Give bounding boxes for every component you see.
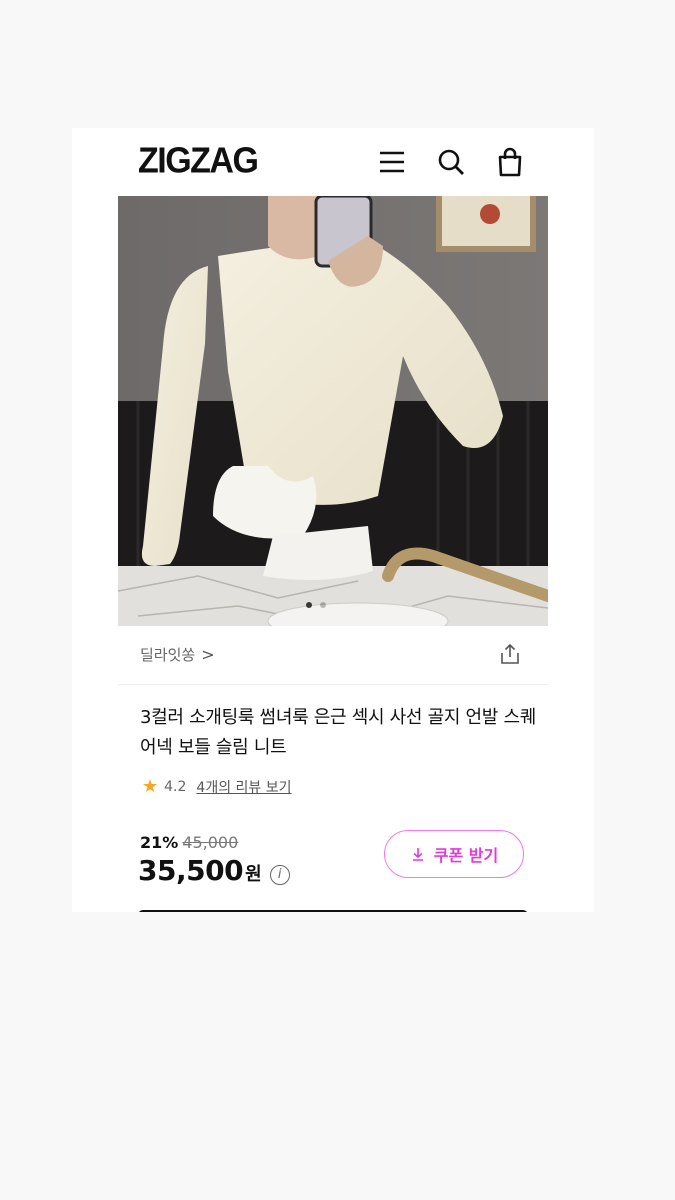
zigzag-logo[interactable]: ZIGZAG <box>138 141 259 182</box>
divider <box>118 684 548 685</box>
seller-name: 딜라잇쏭 <box>140 646 196 664</box>
top-header: ZIGZAG <box>72 128 594 196</box>
bottom-action-bar[interactable] <box>138 910 528 912</box>
coupon-button[interactable]: 쿠폰 받기 <box>384 830 524 878</box>
star-icon: ★ <box>142 776 159 797</box>
coupon-label: 쿠폰 받기 <box>433 846 499 865</box>
search-icon[interactable] <box>435 146 467 178</box>
review-link[interactable]: 4개의 리뷰 보기 <box>196 777 291 797</box>
pager-dot-active[interactable] <box>306 602 312 608</box>
currency: 원 <box>245 864 262 885</box>
download-icon <box>412 848 423 861</box>
original-price: 45,000 <box>182 833 239 852</box>
seller-link[interactable]: 딜라잇쏭 > <box>140 644 215 665</box>
price-row: 35,500 원 i <box>138 854 290 887</box>
discount-rate: 21% <box>140 833 179 852</box>
pager-dot[interactable] <box>320 602 326 608</box>
rating-row: ★ 4.2 4개의 리뷰 보기 <box>142 776 292 797</box>
image-pager <box>306 602 326 608</box>
share-icon[interactable] <box>498 642 522 666</box>
sale-price: 35,500 <box>138 854 244 887</box>
chevron-right-icon: > <box>201 645 215 664</box>
menu-icon[interactable] <box>376 146 408 178</box>
rating-value: 4.2 <box>164 778 187 795</box>
cart-icon[interactable] <box>494 146 526 178</box>
discount-row: 21% 45,000 <box>140 833 238 852</box>
product-title: 3컬러 소개팅룩 썸녀룩 은근 섹시 사선 골지 언발 스퀘어넥 보들 슬림 니… <box>140 707 536 758</box>
info-icon[interactable]: i <box>269 865 290 885</box>
product-card: ZIGZAG 딜라잇쏭 > 3컬러 소개팅룩 썸녀룩 은근 섹시 사선 골지 언… <box>72 128 594 912</box>
product-image[interactable] <box>118 196 548 626</box>
